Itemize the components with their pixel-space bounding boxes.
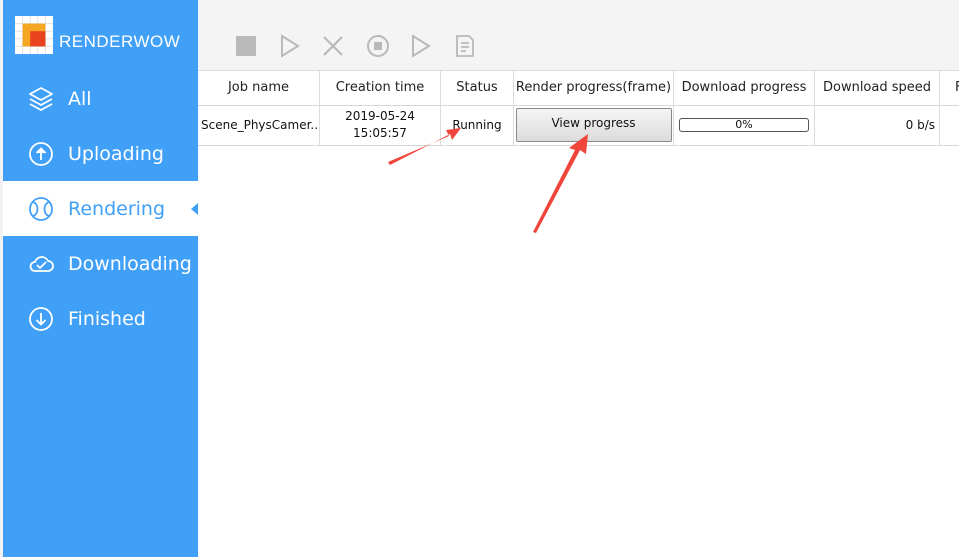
toolbar [198, 0, 959, 70]
sidebar-item-downloading[interactable]: Downloading [3, 236, 198, 291]
column-header-download-progress[interactable]: Download progress [674, 71, 815, 105]
column-header-render-progress[interactable]: Render progress(frame) [514, 71, 674, 105]
upload-circle-icon [27, 140, 55, 168]
job-name-cell: Scene_PhysCamer... [198, 105, 320, 145]
truncated-cell [940, 105, 959, 145]
view-progress-button[interactable]: View progress [515, 108, 672, 142]
sidebar-item-label: Downloading [68, 252, 192, 275]
download-progress-label: 0% [735, 118, 753, 131]
download-progress-bar: 0% [679, 118, 809, 132]
column-header-job-name[interactable]: Job name [198, 71, 320, 105]
table-row[interactable]: Scene_PhysCamer... 2019-05-24 15:05:57 R… [198, 105, 959, 146]
sidebar-item-label: Rendering [68, 197, 166, 220]
sidebar-item-all[interactable]: All [3, 71, 198, 126]
creation-date: 2019-05-24 [345, 109, 415, 123]
renderwow-logo-icon [15, 16, 53, 54]
sidebar-item-label: Finished [68, 307, 146, 330]
sidebar-item-rendering[interactable]: Rendering [3, 181, 198, 236]
sidebar-item-label: All [68, 87, 92, 110]
sidebar-item-uploading[interactable]: Uploading [3, 126, 198, 181]
download-progress-cell: 0% [674, 105, 815, 145]
column-header-creation-time[interactable]: Creation time [320, 71, 441, 105]
column-header-status[interactable]: Status [441, 71, 514, 105]
document-icon[interactable] [453, 34, 477, 58]
play-outline-icon[interactable] [278, 34, 302, 58]
creation-time-cell: 2019-05-24 15:05:57 [320, 105, 441, 145]
brand-name: RENDERWOW [59, 32, 181, 51]
stop-icon[interactable] [234, 34, 258, 58]
sidebar: RENDERWOW All Uploading Rendering Downlo… [3, 0, 198, 557]
brand: RENDERWOW [15, 16, 180, 54]
render-progress-cell: View progress [514, 105, 674, 145]
stop-circle-icon[interactable] [366, 34, 390, 58]
sidebar-item-finished[interactable]: Finished [3, 291, 198, 346]
cloud-check-icon [27, 250, 55, 278]
column-header-truncated[interactable]: F [940, 71, 959, 105]
cloud-download-icon [27, 305, 55, 333]
download-speed-cell: 0 b/s [815, 105, 940, 145]
table-header: Job name Creation time Status Render pro… [198, 70, 959, 106]
play-outline-icon[interactable] [409, 34, 433, 58]
creation-clock-time: 15:05:57 [353, 126, 407, 140]
close-x-icon[interactable] [321, 34, 345, 58]
main-content: Job name Creation time Status Render pro… [198, 0, 959, 557]
sidebar-item-label: Uploading [68, 142, 164, 165]
layers-icon [27, 85, 55, 113]
status-cell: Running [441, 105, 514, 145]
render-swirl-icon [27, 195, 55, 223]
column-header-download-speed[interactable]: Download speed [815, 71, 940, 105]
active-indicator-caret [191, 202, 198, 215]
